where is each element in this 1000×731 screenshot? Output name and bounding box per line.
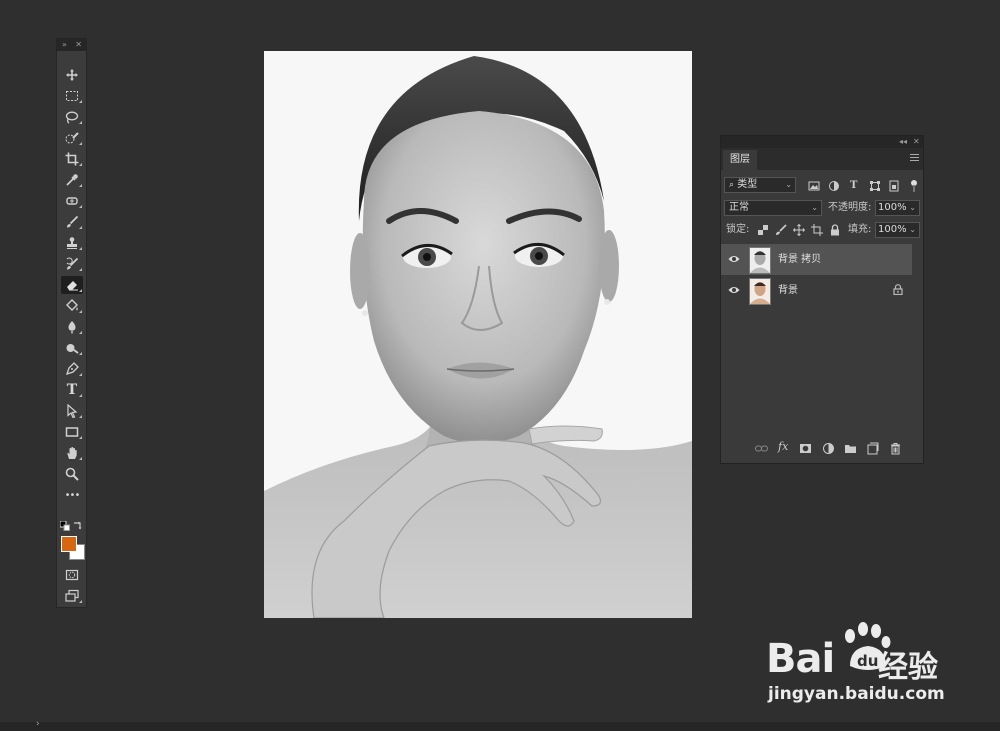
paint-bucket-tool-icon[interactable] (61, 297, 83, 315)
search-icon: ⌕ (729, 180, 735, 190)
layer-filter-row: ⌕ 类型 ⌄ T (721, 177, 923, 197)
add-mask-icon[interactable] (799, 442, 812, 455)
layer-style-icon[interactable]: fx (778, 440, 791, 453)
dodge-tool-icon[interactable] (61, 339, 83, 357)
lock-icon[interactable] (893, 284, 903, 295)
chevron-down-icon: ⌄ (785, 180, 792, 189)
blend-mode-value: 正常 (729, 202, 749, 213)
move-tool-icon[interactable] (61, 66, 83, 84)
eraser-tool-icon[interactable] (61, 276, 83, 294)
brush-tool-icon[interactable] (61, 213, 83, 231)
more-tools-glyph: ••• (64, 489, 81, 501)
quick-select-tool-icon[interactable] (61, 129, 83, 147)
type-tool-glyph: T (66, 382, 78, 398)
filter-type-icon[interactable]: T (850, 178, 857, 194)
layers-panel-footer: fx (721, 438, 923, 460)
tools-panel-header[interactable]: » ✕ (57, 39, 86, 51)
swap-colors-icon[interactable] (73, 520, 83, 530)
collapse-icon[interactable]: » (62, 39, 67, 51)
blend-row: 正常 ⌄ 不透明度: 100% ⌄ (721, 200, 923, 220)
close-icon[interactable]: ✕ (75, 39, 82, 51)
baidu-jingyan-watermark: Bai du 经验 jingyan.baidu.com (766, 622, 966, 712)
layer-row-background[interactable]: 背景 (721, 275, 912, 306)
panel-menu-icon[interactable] (910, 154, 919, 162)
pen-tool-icon[interactable] (61, 360, 83, 378)
more-tools-icon[interactable]: ••• (61, 486, 83, 504)
lock-label: 锁定: (726, 224, 750, 235)
chevron-down-icon: ⌄ (909, 203, 916, 212)
panel-tab-strip: 图层 (721, 148, 923, 170)
screen-mode-icon[interactable] (61, 587, 83, 605)
tools-panel: » ✕ T ••• (56, 38, 87, 608)
hand-tool-icon[interactable] (61, 444, 83, 462)
rectangle-tool-icon[interactable] (61, 423, 83, 441)
layer-thumbnail (749, 247, 771, 274)
path-select-tool-icon[interactable] (61, 402, 83, 420)
document-canvas[interactable] (264, 51, 692, 618)
eye-icon[interactable] (728, 254, 740, 264)
watermark-brand-tail: du (857, 652, 878, 670)
zoom-tool-icon[interactable] (61, 465, 83, 483)
fill-value: 100% (878, 224, 907, 235)
layer-name: 背景 (778, 285, 798, 296)
status-expand-icon[interactable]: › (36, 719, 40, 729)
filter-kind-value: 类型 (737, 179, 758, 190)
portrait-photo (264, 51, 692, 618)
watermark-product: 经验 (878, 650, 938, 685)
collapse-panel-icon[interactable]: ◂◂ (899, 136, 907, 148)
tab-layers[interactable]: 图层 (723, 150, 757, 170)
filter-pixel-icon[interactable] (808, 180, 820, 192)
chevron-down-icon: ⌄ (909, 225, 916, 234)
layers-panel-titlebar[interactable]: ◂◂ ✕ (721, 136, 923, 148)
filter-kind-select[interactable]: ⌕ 类型 ⌄ (724, 177, 796, 193)
layer-thumbnail (749, 278, 771, 305)
delete-layer-icon[interactable] (889, 442, 902, 455)
filter-toggle-icon[interactable] (910, 180, 918, 192)
chevron-down-icon: ⌄ (811, 203, 818, 212)
filter-smart-object-icon[interactable] (888, 180, 900, 192)
new-group-icon[interactable] (844, 442, 857, 455)
close-panel-icon[interactable]: ✕ (913, 136, 920, 148)
marquee-tool-icon[interactable] (61, 87, 83, 105)
fill-input[interactable]: 100% ⌄ (875, 222, 920, 238)
opacity-label: 不透明度: (828, 202, 872, 213)
filter-adjustment-icon[interactable] (828, 180, 840, 192)
eyedropper-tool-icon[interactable] (61, 171, 83, 189)
quick-mask-icon[interactable] (61, 566, 83, 584)
layers-panel: ◂◂ ✕ 图层 ⌕ 类型 ⌄ T 正常 ⌄ 不透明度: 100% ⌄ 锁定: 填… (720, 135, 924, 464)
link-layers-icon[interactable] (755, 442, 768, 455)
opacity-value: 100% (878, 202, 907, 213)
watermark-url: jingyan.baidu.com (768, 684, 945, 704)
foreground-color-swatch[interactable] (61, 536, 77, 552)
opacity-input[interactable]: 100% ⌄ (875, 200, 920, 216)
blur-tool-icon[interactable] (61, 318, 83, 336)
default-colors-icon[interactable] (60, 521, 70, 531)
lasso-tool-icon[interactable] (61, 108, 83, 126)
healing-brush-tool-icon[interactable] (61, 192, 83, 210)
type-tool-icon[interactable]: T (61, 381, 83, 399)
blend-mode-select[interactable]: 正常 ⌄ (724, 200, 822, 216)
clone-stamp-tool-icon[interactable] (61, 234, 83, 252)
layer-name: 背景 拷贝 (778, 254, 822, 265)
lock-transparent-pixels-icon[interactable] (757, 224, 769, 236)
crop-tool-icon[interactable] (61, 150, 83, 168)
new-layer-icon[interactable] (866, 442, 879, 455)
adjustment-layer-icon[interactable] (822, 442, 835, 455)
eye-icon[interactable] (728, 285, 740, 295)
history-brush-tool-icon[interactable] (61, 255, 83, 273)
filter-shape-icon[interactable] (869, 180, 881, 192)
lock-row: 锁定: 填充: 100% ⌄ (721, 222, 923, 242)
fill-label: 填充: (848, 224, 872, 235)
watermark-brand: Bai (766, 636, 835, 682)
layer-row-background-copy[interactable]: 背景 拷贝 (721, 244, 912, 275)
status-bar: › (0, 719, 1000, 731)
lock-artboard-icon[interactable] (811, 224, 823, 236)
lock-all-icon[interactable] (829, 224, 841, 236)
lock-position-icon[interactable] (793, 224, 805, 236)
lock-image-pixels-icon[interactable] (775, 224, 787, 236)
